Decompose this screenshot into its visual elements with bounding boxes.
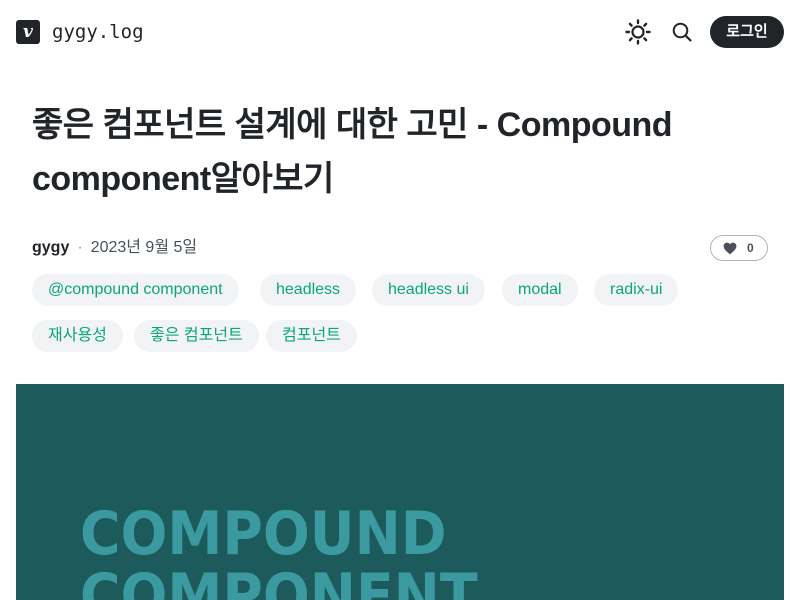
like-count: 0 (747, 241, 754, 255)
thumbnail-title-line-2: COMPONENT (80, 561, 478, 600)
search-button[interactable] (670, 20, 694, 44)
tag-good-component[interactable]: 좋은 컴포넌트 (134, 320, 259, 352)
tag-reusability[interactable]: 재사용성 (32, 320, 123, 352)
tag-radix-ui[interactable]: radix-ui (594, 274, 679, 306)
search-icon (672, 22, 692, 42)
velog-logo[interactable]: v (16, 20, 40, 44)
tag-headless-ui[interactable]: headless ui (372, 274, 485, 306)
like-button[interactable]: 0 (710, 235, 768, 261)
tag-headless[interactable]: headless (260, 274, 357, 306)
author-link[interactable]: gygy (32, 239, 69, 256)
thumbnail-title-line-1: COMPOUND (80, 499, 447, 569)
blog-name-link[interactable]: gygy.log (52, 19, 144, 45)
tag-modal[interactable]: modal (502, 274, 578, 306)
tag-compound-component[interactable]: @compound component (32, 274, 239, 306)
post-title-line-1: 좋은 컴포넌트 설계에 대한 고민 - Compound (32, 106, 673, 144)
post-title-line-2: component알아보기 (32, 160, 334, 198)
sun-icon (625, 19, 651, 45)
theme-toggle-button[interactable] (624, 18, 652, 46)
heart-icon (723, 242, 737, 255)
tag-component[interactable]: 컴포넌트 (266, 320, 357, 352)
post-title: 좋은 컴포넌트 설계에 대한 고민 - Compound component알아… (32, 98, 772, 206)
post-info: gygy · 2023년 9월 5일 (32, 237, 197, 259)
thumbnail-image: COMPOUND COMPONENT (16, 384, 784, 600)
post-date: 2023년 9월 5일 (90, 239, 198, 256)
info-separator: · (77, 239, 83, 256)
site-header: v gygy.log 로그인 (0, 0, 800, 64)
login-button[interactable]: 로그인 (710, 16, 784, 48)
